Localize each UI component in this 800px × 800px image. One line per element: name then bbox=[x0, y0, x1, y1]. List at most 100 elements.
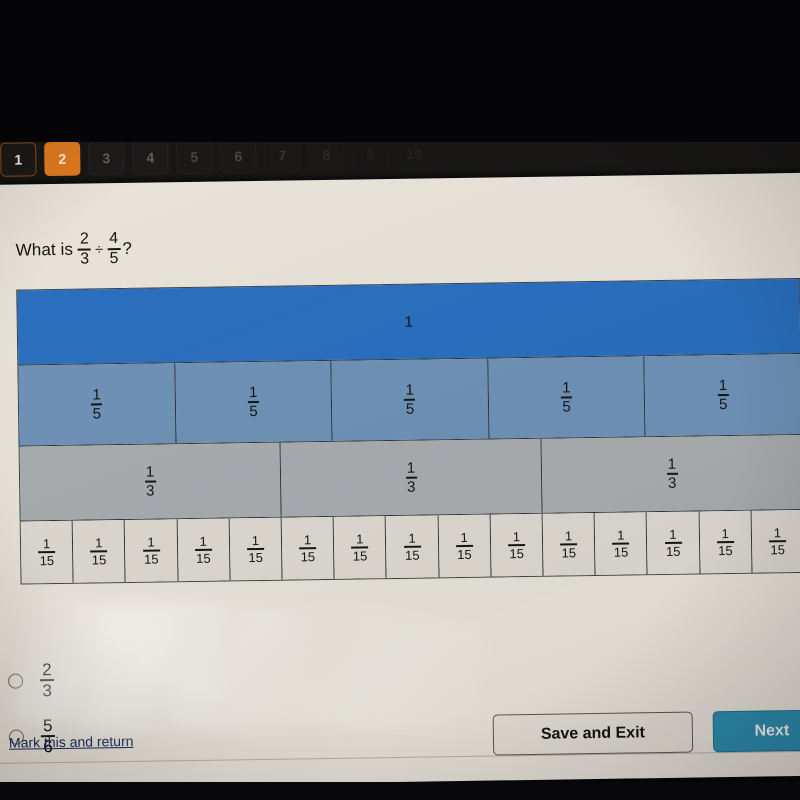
question-tab-7[interactable]: 7 bbox=[264, 138, 301, 173]
numerator: 1 bbox=[199, 533, 207, 549]
diagram-cell-fifteenth-8-fraction: 1 15 bbox=[403, 530, 421, 563]
operand-a-numerator: 2 bbox=[79, 230, 90, 248]
diagram-cell-fifteenth-7-fraction: 1 15 bbox=[351, 531, 369, 564]
question-tab-1-label: 1 bbox=[14, 151, 23, 168]
denominator: 15 bbox=[561, 545, 577, 561]
diagram-cell-fifteenth-3: 1 15 bbox=[125, 519, 179, 582]
diagram-cell-fifth-5: 15 bbox=[644, 353, 800, 437]
denominator: 5 bbox=[405, 400, 415, 418]
denominator: 15 bbox=[39, 553, 55, 569]
diagram-cell-third-3: 13 bbox=[541, 434, 800, 513]
numerator: 1 bbox=[773, 525, 782, 541]
denominator: 15 bbox=[613, 544, 629, 560]
diagram-cell-fifteenth-4: 1 15 bbox=[177, 518, 231, 582]
diagram-cell-fifteenth-1-fraction: 1 15 bbox=[38, 536, 56, 569]
question-lead-text: What is bbox=[15, 239, 74, 260]
diagram-cell-fifteenth-13: 1 15 bbox=[647, 511, 701, 575]
diagram-cell-fifteenth-15-fraction: 1 15 bbox=[768, 525, 787, 558]
numerator: 1 bbox=[408, 530, 416, 546]
numerator: 1 bbox=[405, 381, 415, 399]
numerator: 1 bbox=[406, 459, 416, 477]
diagram-cell-fifteenth-14-fraction: 1 15 bbox=[716, 526, 734, 559]
question-tab-1[interactable]: 1 bbox=[0, 142, 37, 177]
numerator: 1 bbox=[303, 532, 312, 548]
question-operator: ÷ bbox=[94, 240, 104, 258]
numerator: 1 bbox=[95, 535, 103, 551]
diagram-cell-fifteenth-14: 1 15 bbox=[699, 510, 753, 574]
diagram-cell-whole: 1 bbox=[17, 278, 800, 365]
diagram-cell-fifth-5-fraction: 15 bbox=[717, 377, 729, 414]
diagram-cell-fifteenth-12: 1 15 bbox=[594, 512, 648, 576]
diagram-cell-fifth-1-fraction: 15 bbox=[91, 386, 103, 423]
operand-b-numerator: 4 bbox=[109, 230, 119, 248]
diagram-cell-fifteenth-2: 1 15 bbox=[72, 519, 127, 583]
question-page: What is 2 3 ÷ 4 5 ? 1 1 5 1 5 1 5 1 5 1 … bbox=[0, 172, 800, 788]
dark-bezel-bottom bbox=[0, 782, 800, 800]
question-tab-6[interactable]: 6 bbox=[220, 138, 257, 174]
numerator: 1 bbox=[512, 529, 521, 545]
question-tab-2[interactable]: 2 bbox=[44, 141, 81, 177]
denominator: 15 bbox=[300, 549, 316, 565]
numerator: 1 bbox=[145, 463, 155, 481]
question-operand-a: 2 3 bbox=[78, 230, 92, 268]
fraction-bar-diagram: 1 1515151515 131313 1 15 1 15 1 15 1 15 1 15 1 15 1 1… bbox=[16, 277, 800, 585]
diagram-cell-fifteenth-7: 1 15 bbox=[333, 516, 387, 579]
diagram-cell-fifteenth-12-fraction: 1 15 bbox=[612, 528, 630, 560]
diagram-cell-fifth-1: 15 bbox=[18, 363, 177, 446]
denominator: 5 bbox=[718, 396, 728, 414]
numerator: 1 bbox=[147, 534, 155, 550]
denominator: 15 bbox=[770, 542, 785, 558]
next-button[interactable]: Next bbox=[712, 709, 800, 753]
question-tab-4[interactable]: 4 bbox=[132, 140, 169, 175]
diagram-cell-third-3-fraction: 13 bbox=[666, 456, 678, 492]
diagram-row-whole: 1 bbox=[17, 278, 800, 365]
diagram-cell-third-1-fraction: 13 bbox=[144, 463, 156, 500]
question-tab-6-label: 6 bbox=[234, 148, 243, 165]
diagram-cell-fifteenth-3-fraction: 1 15 bbox=[142, 534, 160, 567]
diagram-cell-fifteenth-8: 1 15 bbox=[386, 515, 440, 579]
denominator: 15 bbox=[665, 543, 681, 559]
question-prompt: What is 2 3 ÷ 4 5 ? bbox=[15, 230, 133, 269]
question-nav-tabs: 1 2 3 4 5 6 7 8 9 10 bbox=[0, 136, 433, 177]
choice-2-numerator: 5 bbox=[42, 716, 53, 736]
radio-button-choice-1[interactable] bbox=[7, 673, 24, 689]
question-tab-9-label: 9 bbox=[366, 146, 375, 163]
diagram-cell-fifteenth-9: 1 15 bbox=[438, 514, 492, 578]
diagram-cell-fifteenth-11-fraction: 1 15 bbox=[560, 528, 578, 561]
numerator: 1 bbox=[460, 529, 468, 546]
denominator: 3 bbox=[145, 482, 155, 500]
diagram-cell-fifteenth-5-fraction: 1 15 bbox=[247, 533, 265, 566]
diagram-cell-fifteenth-10-fraction: 1 15 bbox=[508, 529, 526, 561]
numerator: 1 bbox=[669, 526, 677, 542]
denominator: 5 bbox=[249, 403, 258, 421]
question-terminator: ? bbox=[122, 238, 133, 258]
numerator: 1 bbox=[564, 528, 573, 544]
question-tab-9[interactable]: 9 bbox=[352, 137, 389, 172]
mark-this-and-return-link[interactable]: Mark this and return bbox=[9, 733, 134, 751]
diagram-cell-third-2-fraction: 13 bbox=[405, 459, 417, 496]
numerator: 1 bbox=[92, 386, 101, 404]
denominator: 15 bbox=[248, 549, 264, 566]
numerator: 1 bbox=[356, 531, 364, 547]
diagram-cell-fifth-4-fraction: 15 bbox=[560, 379, 573, 415]
denominator: 15 bbox=[404, 547, 420, 563]
next-button-label: Next bbox=[754, 721, 790, 740]
diagram-cell-fifth-3: 15 bbox=[331, 358, 490, 441]
denominator: 15 bbox=[718, 542, 733, 559]
denominator: 5 bbox=[92, 405, 102, 423]
denominator: 15 bbox=[196, 550, 211, 566]
answer-choice-1[interactable]: 2 3 bbox=[7, 647, 409, 709]
save-and-exit-button[interactable]: Save and Exit bbox=[492, 711, 694, 756]
question-tab-3[interactable]: 3 bbox=[88, 140, 125, 176]
diagram-whole-label: 1 bbox=[404, 313, 414, 331]
choice-1-numerator: 2 bbox=[42, 660, 52, 680]
operand-b-denominator: 5 bbox=[109, 250, 119, 268]
question-tab-7-label: 7 bbox=[278, 147, 287, 164]
denominator: 3 bbox=[667, 474, 677, 492]
answer-choice-1-fraction: 2 3 bbox=[40, 660, 55, 700]
question-tab-5[interactable]: 5 bbox=[176, 139, 213, 175]
screen-content: 1 2 3 4 5 6 7 8 9 10 What is 2 3 ÷ 4 5 ?… bbox=[0, 125, 800, 788]
diagram-cell-fifteenth-4-fraction: 1 15 bbox=[194, 533, 212, 566]
question-tab-8[interactable]: 8 bbox=[308, 137, 345, 173]
diagram-cell-fifteenth-1: 1 15 bbox=[20, 520, 74, 584]
